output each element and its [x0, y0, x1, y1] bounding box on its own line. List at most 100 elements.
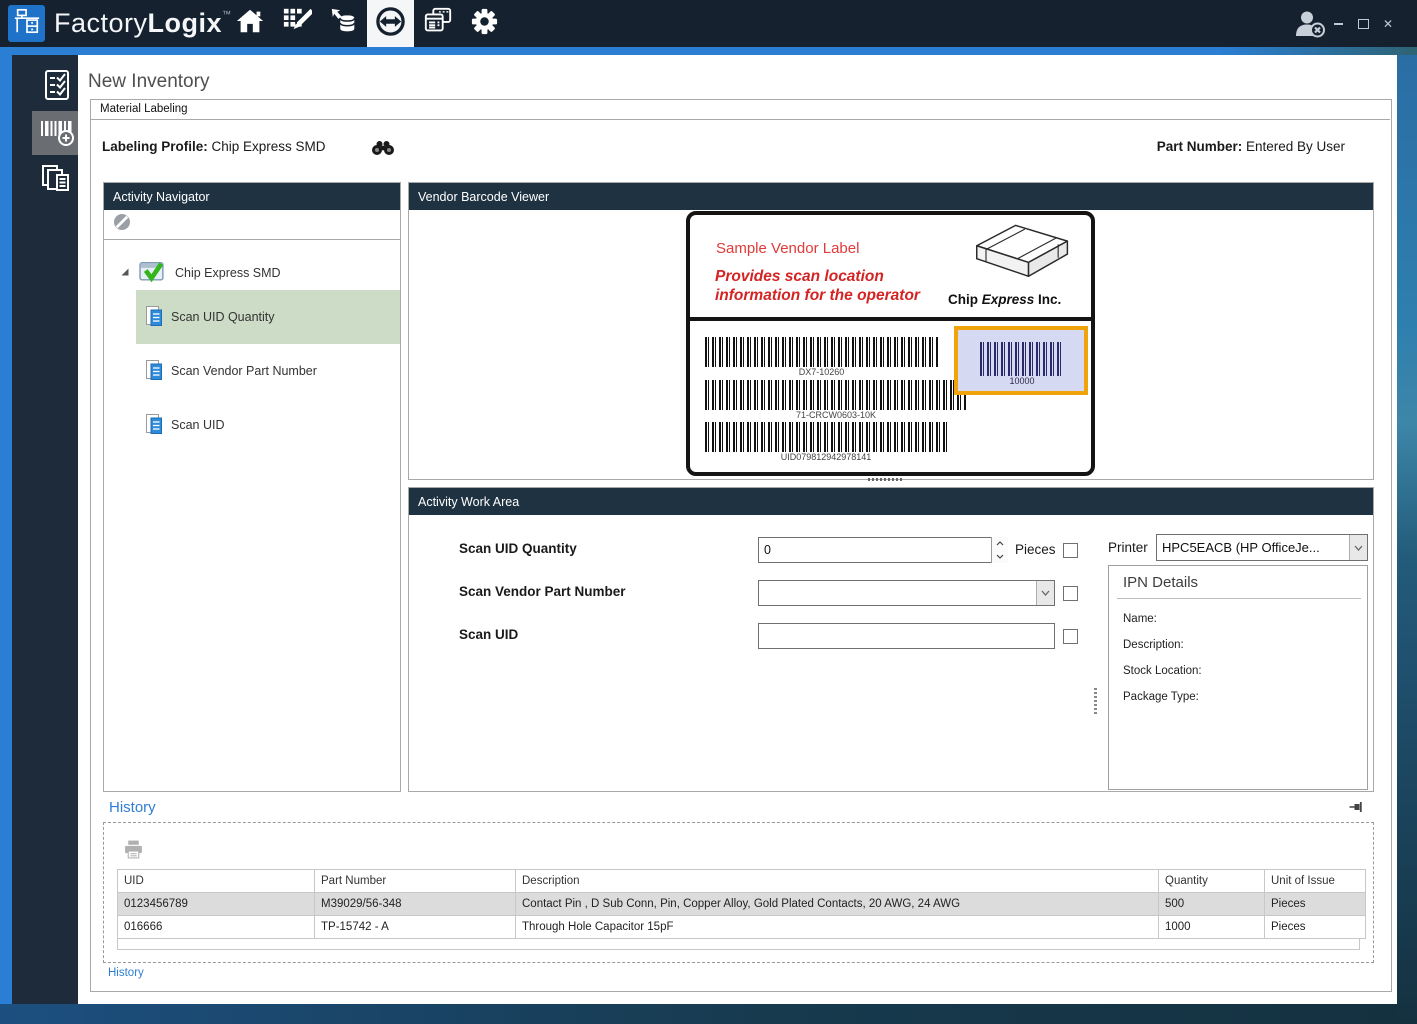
- spin-down-icon[interactable]: [992, 550, 1008, 563]
- tree-root-chip-express-smd[interactable]: Chip Express SMD: [120, 253, 281, 293]
- history-table: UID Part Number Description Quantity Uni…: [117, 869, 1366, 939]
- frame-accent-top: [0, 47, 1417, 55]
- scan-vendor-part-number-checkbox[interactable]: [1063, 586, 1078, 601]
- col-description[interactable]: Description: [516, 870, 1159, 893]
- tree-item-scan-uid-quantity[interactable]: Scan UID Quantity: [145, 297, 275, 337]
- highlighted-scan-location: 10000: [954, 326, 1088, 395]
- col-unit-of-issue[interactable]: Unit of Issue: [1265, 870, 1366, 893]
- tree-expander-icon[interactable]: [120, 266, 130, 280]
- scan-uid-quantity-checkbox[interactable]: [1063, 543, 1078, 558]
- sample-label-note: Provides scan location information for t…: [715, 267, 920, 305]
- logout-user-button[interactable]: [1293, 8, 1329, 40]
- maximize-button[interactable]: [1355, 16, 1371, 32]
- new-inventory-barcode-icon: [38, 115, 76, 152]
- copy-documents-icon: [40, 163, 74, 200]
- history-link[interactable]: History: [108, 967, 144, 979]
- history-section-title: History: [109, 799, 156, 816]
- main-toolbar: [226, 0, 508, 47]
- field-label-scan-uid-quantity: Scan UID Quantity: [459, 541, 577, 556]
- user-logout-icon: [1293, 27, 1327, 44]
- tree-root-label: Chip Express SMD: [175, 266, 281, 280]
- sample-label-heading: Sample Vendor Label: [716, 240, 859, 257]
- tab-strip: [90, 99, 1390, 120]
- tree-item-label: Scan Vendor Part Number: [171, 364, 317, 378]
- scan-uid-input[interactable]: [758, 623, 1055, 649]
- tab-material-labeling[interactable]: Material Labeling: [100, 103, 188, 115]
- settings-button[interactable]: [461, 0, 508, 47]
- binoculars-icon: [371, 143, 395, 160]
- reports-button[interactable]: [414, 0, 461, 47]
- col-quantity[interactable]: Quantity: [1159, 870, 1265, 893]
- labeling-button-active[interactable]: [367, 0, 414, 47]
- printer-select[interactable]: HPC5EACB (HP OfficeJe...: [1156, 534, 1368, 561]
- application-window: FactoryLogix™: [0, 0, 1417, 1024]
- barcode-caption-3: UID079812942978141: [705, 452, 947, 462]
- barcode-part-number-2: [705, 380, 967, 410]
- activity-document-icon: [145, 305, 163, 330]
- scan-uid-quantity-input[interactable]: [758, 537, 1008, 563]
- combo-dropdown-button[interactable]: [1036, 581, 1054, 605]
- checklist-icon: [41, 69, 73, 106]
- activity-work-area-header: Activity Work Area: [409, 488, 1373, 515]
- tree-item-scan-uid[interactable]: Scan UID: [145, 405, 225, 445]
- activity-document-icon: [145, 413, 163, 438]
- history-header-row: UID Part Number Description Quantity Uni…: [118, 870, 1366, 893]
- printer-selected-value: HPC5EACB (HP OfficeJe...: [1162, 540, 1320, 555]
- blocked-circle-icon[interactable]: [113, 213, 131, 236]
- find-profile-button[interactable]: [371, 140, 395, 161]
- labeling-profile-window-check-icon: [139, 260, 166, 286]
- ipn-details-panel: IPN Details Name: Description: Stock Loc…: [1108, 565, 1368, 790]
- labeling-profile-value: Chip Express SMD: [208, 139, 326, 154]
- ipn-details-title: IPN Details: [1117, 566, 1361, 599]
- barcode-caption-1: DX7-10260: [705, 367, 938, 377]
- print-history-button[interactable]: [123, 839, 144, 865]
- history-row[interactable]: 016666 TP-15742 - A Through Hole Capacit…: [118, 916, 1366, 939]
- frame-accent-bottom: [0, 1004, 1397, 1024]
- reports-windows-icon: [423, 6, 453, 41]
- material-button[interactable]: [320, 0, 367, 47]
- ipn-stock-location-label: Stock Location:: [1123, 665, 1202, 677]
- titlebar: FactoryLogix™: [0, 0, 1417, 47]
- ipn-package-type-label: Package Type:: [1123, 691, 1199, 703]
- brand-bold: Logix: [148, 8, 223, 39]
- sidebar-new-inventory-button[interactable]: [32, 111, 82, 155]
- left-sidebar: [12, 55, 78, 1004]
- barcode-uid: [705, 422, 947, 452]
- home-button[interactable]: [226, 0, 273, 47]
- brand-light: Factory: [54, 8, 148, 39]
- tree-item-label: Scan UID: [171, 418, 225, 432]
- spin-up-icon[interactable]: [992, 537, 1008, 550]
- app-logo: [8, 5, 45, 42]
- material-database-icon: [329, 6, 359, 41]
- minimize-button[interactable]: [1330, 16, 1346, 32]
- barcode-caption-quantity: 10000: [980, 376, 1064, 386]
- scan-uid-checkbox[interactable]: [1063, 629, 1078, 644]
- field-label-scan-uid: Scan UID: [459, 627, 518, 642]
- col-uid[interactable]: UID: [118, 870, 315, 893]
- scan-vendor-part-number-combo[interactable]: [758, 580, 1055, 606]
- printer-label: Printer: [1108, 540, 1148, 555]
- printer-dropdown-button[interactable]: [1349, 535, 1367, 560]
- frame-accent-right: [1397, 55, 1417, 1024]
- horizontal-splitter-handle[interactable]: [868, 478, 904, 481]
- sample-label-top-section: Sample Vendor Label Provides scan locati…: [690, 215, 1091, 321]
- pin-button[interactable]: [1349, 800, 1365, 816]
- close-button[interactable]: ✕: [1380, 16, 1396, 32]
- sidebar-checklist-button[interactable]: [32, 65, 82, 109]
- planning-grid-pencil-icon: [282, 6, 312, 41]
- barcode-part-number-1: [705, 337, 938, 367]
- quantity-stepper[interactable]: [991, 537, 1008, 563]
- sidebar-copy-documents-button[interactable]: [32, 159, 82, 203]
- labeling-profile: Labeling Profile: Chip Express SMD: [102, 139, 326, 154]
- history-row[interactable]: 0123456789 M39029/56-348 Contact Pin , D…: [118, 893, 1366, 916]
- labeling-profile-label: Labeling Profile:: [102, 139, 208, 154]
- navigator-toolbar: [104, 210, 400, 240]
- app-title: FactoryLogix™: [54, 0, 232, 47]
- ipn-name-label: Name:: [1123, 613, 1157, 625]
- vertical-splitter-handle[interactable]: [1094, 688, 1097, 716]
- pin-icon: [1349, 801, 1364, 818]
- planning-button[interactable]: [273, 0, 320, 47]
- col-part-number[interactable]: Part Number: [315, 870, 516, 893]
- activity-document-icon: [145, 359, 163, 384]
- tree-item-scan-vendor-part-number[interactable]: Scan Vendor Part Number: [145, 351, 317, 391]
